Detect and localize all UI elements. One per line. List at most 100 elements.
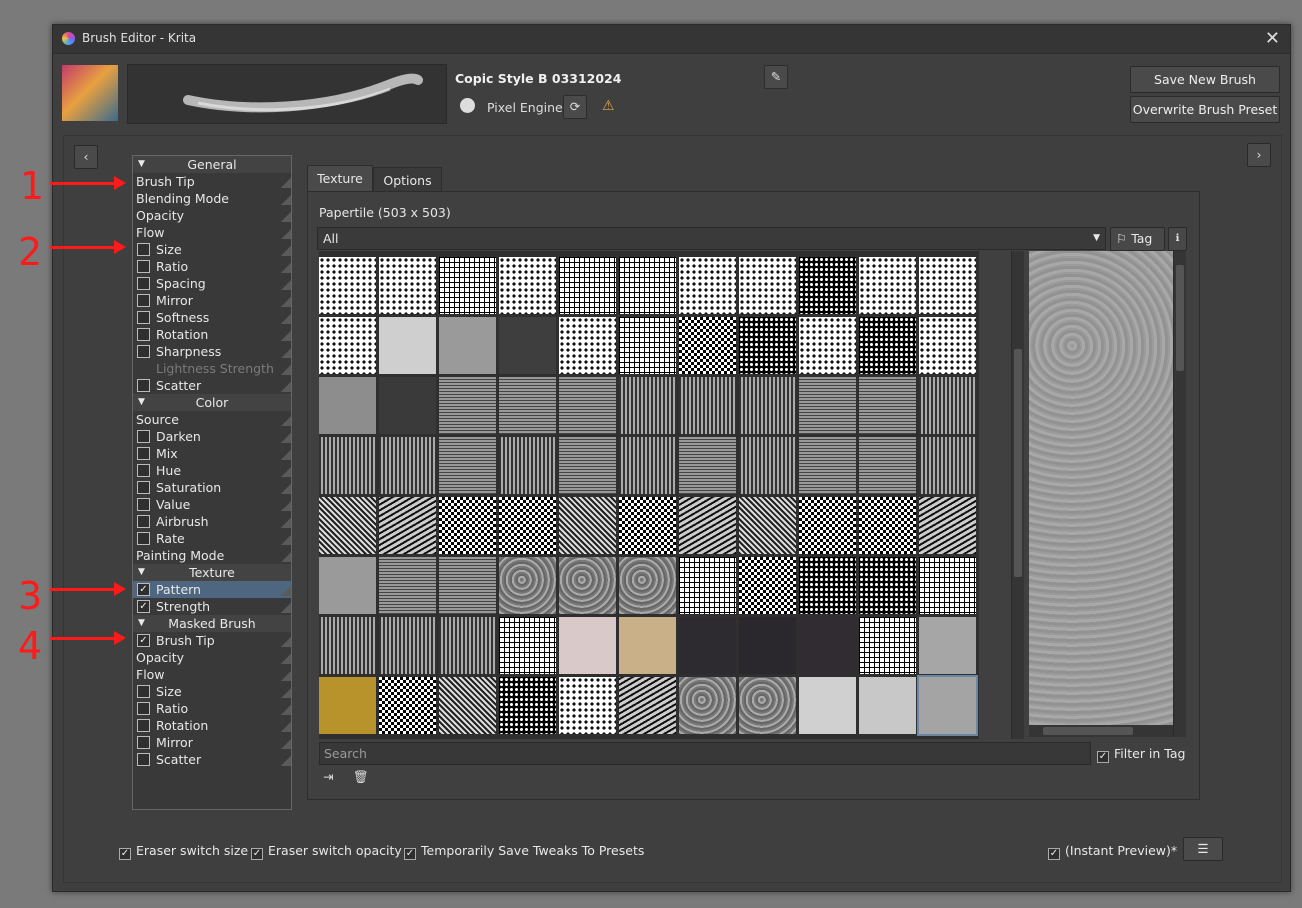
checkbox-icon[interactable]: [137, 753, 150, 766]
checkbox-icon[interactable]: [137, 345, 150, 358]
section-header[interactable]: ▼ Color: [133, 394, 291, 411]
option-item[interactable]: Ratio: [133, 700, 291, 717]
pattern-thumbnail[interactable]: [499, 617, 556, 674]
checkbox-icon[interactable]: [137, 328, 150, 341]
checkbox-icon[interactable]: [137, 515, 150, 528]
pattern-thumbnail[interactable]: [619, 497, 676, 554]
checkbox-icon[interactable]: [137, 260, 150, 273]
pattern-thumbnail[interactable]: [917, 675, 978, 736]
option-item[interactable]: Value: [133, 496, 291, 513]
save-new-preset-button[interactable]: Save New Brush Preset...: [1130, 66, 1280, 112]
trash-icon[interactable]: 🗑: [353, 769, 371, 785]
preview-hscroll-thumb[interactable]: [1043, 727, 1133, 735]
pattern-thumbnail[interactable]: [559, 377, 616, 434]
pattern-thumbnail[interactable]: [919, 257, 976, 314]
option-item[interactable]: Size: [133, 683, 291, 700]
option-item[interactable]: ✓ Pattern: [133, 581, 291, 598]
pattern-thumbnail[interactable]: [919, 497, 976, 554]
pattern-thumbnail[interactable]: [859, 437, 916, 494]
option-item[interactable]: Lightness Strength: [133, 360, 291, 377]
pattern-thumbnail[interactable]: [319, 377, 376, 434]
pattern-thumbnail[interactable]: [739, 257, 796, 314]
close-icon[interactable]: ✕: [1265, 28, 1280, 49]
pattern-thumbnail[interactable]: [859, 557, 916, 614]
pattern-thumbnail[interactable]: [679, 317, 736, 374]
pattern-thumbnail[interactable]: [439, 557, 496, 614]
pattern-thumbnail[interactable]: [559, 497, 616, 554]
option-item[interactable]: Spacing: [133, 275, 291, 292]
checkbox-icon[interactable]: [137, 294, 150, 307]
checkbox-checked-icon[interactable]: ✓: [137, 600, 150, 613]
pattern-thumbnail[interactable]: [319, 497, 376, 554]
pattern-thumbnail[interactable]: [559, 617, 616, 674]
options-menu-button[interactable]: ☰: [1183, 837, 1223, 861]
pattern-thumbnail[interactable]: [919, 317, 976, 374]
grid-scrollbar[interactable]: [1011, 251, 1024, 739]
pattern-thumbnail[interactable]: [799, 557, 856, 614]
pattern-thumbnail[interactable]: [739, 617, 796, 674]
grid-scrollbar-thumb[interactable]: [1014, 349, 1022, 577]
option-item[interactable]: Sharpness: [133, 343, 291, 360]
brush-options-list[interactable]: ▼ General Brush Tip Blending Mode Opacity Flo…: [132, 155, 292, 810]
option-item[interactable]: ✓ Strength: [133, 598, 291, 615]
pattern-thumbnail[interactable]: [379, 557, 436, 614]
pattern-thumbnail[interactable]: [439, 677, 496, 734]
pattern-thumbnail[interactable]: [919, 617, 976, 674]
pattern-thumbnail[interactable]: [799, 617, 856, 674]
pattern-thumbnail[interactable]: [559, 557, 616, 614]
eraser-opacity-checkbox[interactable]: ✓ Eraser switch opacity: [251, 843, 402, 860]
pattern-thumbnail[interactable]: [499, 377, 556, 434]
pattern-thumbnail[interactable]: [439, 437, 496, 494]
option-item[interactable]: Size: [133, 241, 291, 258]
preset-thumbnail[interactable]: [62, 65, 118, 121]
pattern-thumbnail[interactable]: [619, 437, 676, 494]
pattern-thumbnail[interactable]: [859, 377, 916, 434]
checkbox-icon[interactable]: [137, 277, 150, 290]
collapse-left-button[interactable]: ‹: [74, 145, 98, 169]
pattern-thumbnail[interactable]: [499, 317, 556, 374]
pattern-thumbnail[interactable]: [499, 677, 556, 734]
pattern-thumbnail[interactable]: [439, 317, 496, 374]
pattern-thumbnail[interactable]: [799, 257, 856, 314]
checkbox-icon[interactable]: [137, 481, 150, 494]
pattern-thumbnail[interactable]: [679, 437, 736, 494]
tab-texture[interactable]: Texture: [307, 165, 373, 192]
pattern-thumbnail[interactable]: [859, 257, 916, 314]
section-header[interactable]: ▼ Masked Brush: [133, 615, 291, 632]
checkbox-icon[interactable]: [137, 379, 150, 392]
checkbox-icon[interactable]: [137, 685, 150, 698]
option-item[interactable]: ✓ Brush Tip: [133, 632, 291, 649]
pattern-thumbnail[interactable]: [379, 437, 436, 494]
checkbox-icon[interactable]: [137, 532, 150, 545]
pattern-thumbnail[interactable]: [739, 557, 796, 614]
option-item[interactable]: Brush Tip: [133, 173, 291, 190]
pattern-thumbnail[interactable]: [499, 557, 556, 614]
pattern-thumbnail[interactable]: [319, 677, 376, 734]
option-item[interactable]: Rotation: [133, 717, 291, 734]
pattern-thumbnail[interactable]: [319, 437, 376, 494]
pattern-thumbnail[interactable]: [679, 257, 736, 314]
pattern-thumbnail[interactable]: [619, 317, 676, 374]
pattern-thumbnail[interactable]: [919, 377, 976, 434]
pattern-thumbnail[interactable]: [559, 677, 616, 734]
pattern-thumbnail[interactable]: [739, 677, 796, 734]
overwrite-preset-button[interactable]: Overwrite Brush Preset: [1130, 96, 1280, 123]
pattern-thumbnail[interactable]: [739, 377, 796, 434]
pattern-thumbnail[interactable]: [439, 377, 496, 434]
pattern-thumbnail[interactable]: [679, 677, 736, 734]
option-item[interactable]: Mirror: [133, 292, 291, 309]
pattern-thumbnail[interactable]: [319, 257, 376, 314]
pattern-thumbnail[interactable]: [439, 497, 496, 554]
pattern-thumbnail[interactable]: [379, 497, 436, 554]
option-item[interactable]: Rotation: [133, 326, 291, 343]
pattern-thumbnail[interactable]: [379, 617, 436, 674]
pattern-thumbnail[interactable]: [439, 617, 496, 674]
pattern-thumbnail[interactable]: [679, 377, 736, 434]
option-item[interactable]: Flow: [133, 224, 291, 241]
edit-name-button[interactable]: ✎: [764, 65, 788, 89]
pattern-thumbnail[interactable]: [859, 677, 916, 734]
pattern-thumbnail[interactable]: [739, 497, 796, 554]
option-item[interactable]: Mix: [133, 445, 291, 462]
option-item[interactable]: Scatter: [133, 377, 291, 394]
pattern-thumbnail[interactable]: [619, 377, 676, 434]
